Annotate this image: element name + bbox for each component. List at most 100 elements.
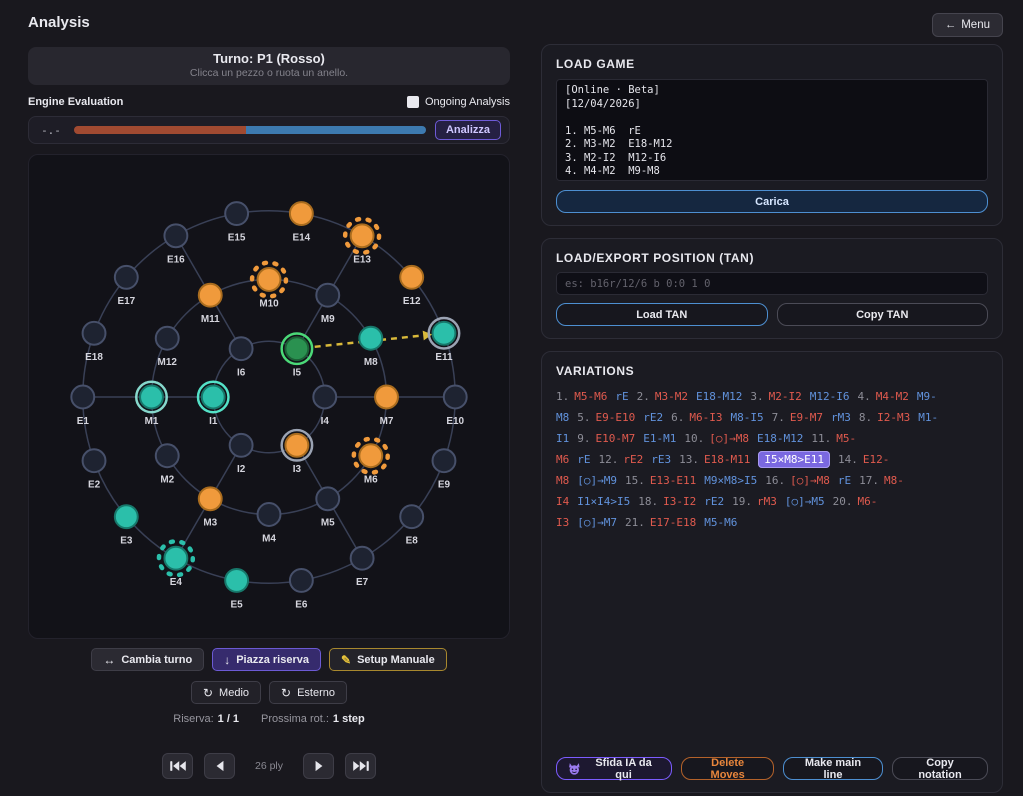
node-E12[interactable]: [399, 264, 425, 290]
delete-moves-button[interactable]: Delete Moves: [681, 757, 774, 781]
move-token[interactable]: rE: [577, 453, 590, 466]
node-label-E8: E8: [406, 536, 419, 547]
game-notation-textarea[interactable]: [Online · Beta] [12/04/2026] 1. M5-M6 rE…: [556, 79, 988, 181]
move-token[interactable]: M4-M2: [876, 390, 909, 403]
copy-tan-button[interactable]: Copy TAN: [776, 303, 988, 326]
node-E1[interactable]: [70, 384, 96, 410]
node-E4[interactable]: [163, 545, 189, 571]
move-token[interactable]: E9-M7: [790, 411, 823, 424]
move-token[interactable]: E9-E10: [596, 411, 636, 424]
node-M4[interactable]: [256, 502, 282, 527]
node-E3[interactable]: [113, 504, 139, 530]
node-E9[interactable]: [431, 448, 457, 474]
menu-button[interactable]: ← Menu: [931, 13, 1003, 37]
move-token[interactable]: [○]→M7: [577, 516, 617, 529]
move-token[interactable]: E1-M1: [643, 432, 676, 445]
move-token[interactable]: rE2: [623, 453, 643, 466]
node-label-E13: E13: [353, 255, 371, 266]
move-token[interactable]: E18-M11: [704, 453, 750, 466]
node-E10[interactable]: [442, 384, 468, 410]
move-token[interactable]: E10-M7: [596, 432, 636, 445]
node-I4[interactable]: [312, 384, 338, 410]
node-M3[interactable]: [197, 486, 223, 512]
move-token[interactable]: rE: [615, 390, 628, 403]
move-token[interactable]: rE3: [651, 453, 671, 466]
move-number: 13.: [679, 453, 699, 466]
node-E8[interactable]: [399, 504, 425, 530]
ruota-medio-label: Medio: [219, 686, 250, 699]
eval-bar: [74, 126, 426, 134]
node-M10[interactable]: [256, 267, 282, 292]
move-token[interactable]: M5-M6: [704, 516, 737, 529]
move-token[interactable]: E13-E11: [650, 474, 696, 487]
move-token[interactable]: M6-I3: [689, 411, 722, 424]
carica-button[interactable]: Carica: [556, 190, 988, 213]
node-I6[interactable]: [228, 336, 254, 362]
cambia-turno-button[interactable]: ↔ Cambia turno: [91, 648, 205, 671]
node-I1[interactable]: [200, 384, 226, 410]
move-token[interactable]: M3-M2: [655, 390, 688, 403]
move-token[interactable]: rM3: [831, 411, 851, 424]
move-token[interactable]: I1×I4>I5: [577, 495, 630, 508]
move-token[interactable]: E18-M12: [757, 432, 803, 445]
move-token[interactable]: rE: [838, 474, 851, 487]
node-E14[interactable]: [288, 201, 314, 227]
node-I2[interactable]: [228, 432, 254, 458]
ongoing-analysis-checkbox[interactable]: [407, 96, 419, 108]
setup-manuale-button[interactable]: ✎ Setup Manuale: [329, 648, 447, 671]
analysis-screen: Analysis ← Menu Turno: P1 (Rosso) Clicca…: [0, 0, 1023, 796]
step-forward-button[interactable]: [303, 753, 334, 779]
move-token[interactable]: [○]→M8: [790, 474, 830, 487]
node-I5[interactable]: [284, 336, 310, 362]
turn-header: Turno: P1 (Rosso) Clicca un pezzo o ruot…: [28, 47, 510, 85]
move-token[interactable]: M8-I5: [731, 411, 764, 424]
move-token[interactable]: I3-I2: [663, 495, 696, 508]
move-token[interactable]: E18-M12: [696, 390, 742, 403]
node-E16[interactable]: [163, 223, 189, 249]
move-token[interactable]: M5-M6: [574, 390, 607, 403]
node-M11[interactable]: [197, 282, 223, 308]
make-main-line-button[interactable]: Make main line: [782, 757, 884, 781]
move-token[interactable]: M9×M8>I5: [704, 474, 757, 487]
node-E11[interactable]: [431, 320, 457, 346]
node-M8[interactable]: [358, 325, 384, 351]
analizza-button[interactable]: Analizza: [434, 120, 501, 140]
node-E15[interactable]: [224, 201, 250, 227]
node-E6[interactable]: [288, 567, 314, 593]
move-token[interactable]: rE2: [704, 495, 724, 508]
move-token[interactable]: E17-E18: [650, 516, 696, 529]
move-token[interactable]: I2-M3: [877, 411, 910, 424]
move-token[interactable]: rE2: [643, 411, 663, 424]
move-token[interactable]: M12-I6: [810, 390, 850, 403]
node-M9[interactable]: [315, 282, 341, 308]
node-E13[interactable]: [349, 223, 375, 249]
node-E17[interactable]: [113, 264, 139, 290]
node-M5[interactable]: [315, 486, 341, 512]
ruota-esterno-button[interactable]: ↻ Esterno: [269, 681, 347, 704]
node-E7[interactable]: [349, 545, 375, 571]
node-E18[interactable]: [81, 320, 107, 346]
node-M7[interactable]: [374, 384, 399, 410]
node-I3[interactable]: [284, 432, 310, 458]
tan-input[interactable]: [556, 272, 988, 295]
node-M2[interactable]: [154, 443, 180, 469]
move-token[interactable]: [○]→M9: [577, 474, 617, 487]
skip-end-button[interactable]: [345, 753, 376, 779]
step-back-button[interactable]: [204, 753, 235, 779]
ruota-medio-button[interactable]: ↻ Medio: [190, 681, 262, 704]
move-token[interactable]: [○]→M5: [785, 495, 825, 508]
skip-start-button[interactable]: [162, 753, 193, 779]
move-token[interactable]: I5×M8>E11: [758, 451, 830, 468]
move-token[interactable]: rM3: [757, 495, 777, 508]
load-tan-button[interactable]: Load TAN: [556, 303, 768, 326]
node-E2[interactable]: [81, 448, 107, 474]
node-M6[interactable]: [358, 443, 384, 469]
node-E5[interactable]: [224, 567, 250, 593]
sfida-ia-button[interactable]: Sfida IA da qui: [556, 757, 673, 781]
node-M12[interactable]: [154, 325, 180, 351]
copy-notation-button[interactable]: Copy notation: [892, 757, 988, 781]
move-token[interactable]: [○]→M8: [709, 432, 749, 445]
node-M1[interactable]: [139, 384, 164, 410]
move-token[interactable]: M2-I2: [769, 390, 802, 403]
piazza-riserva-button[interactable]: ↓ Piazza riserva: [212, 648, 321, 671]
